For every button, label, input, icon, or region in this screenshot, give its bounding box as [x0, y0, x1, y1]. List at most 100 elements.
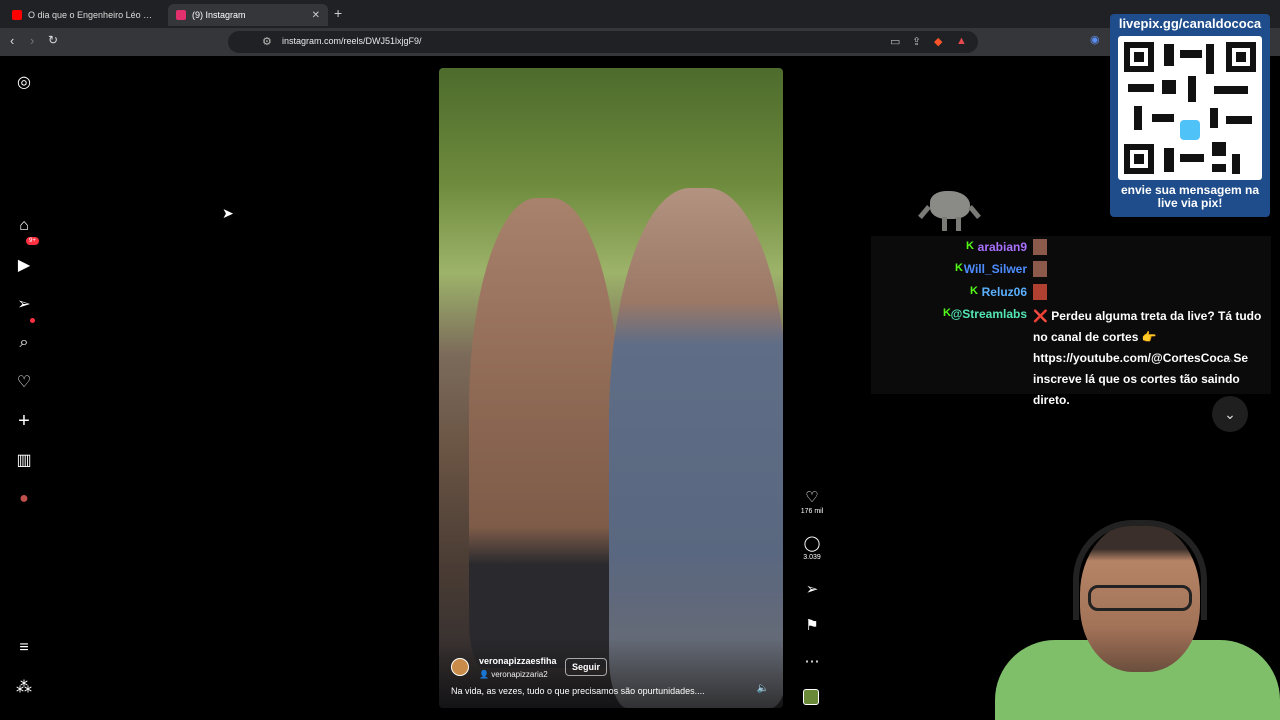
- close-tab-icon[interactable]: ✕: [312, 10, 320, 21]
- like-button[interactable]: ♡ 176 mil: [795, 488, 829, 515]
- more-icon: ⋯: [804, 653, 820, 670]
- qr-module: [1162, 80, 1176, 94]
- audio-author[interactable]: 👤 veronapizzaria2: [479, 670, 548, 679]
- new-tab-button[interactable]: +: [334, 5, 342, 21]
- cat-leg: [968, 205, 981, 219]
- qr-module: [1212, 142, 1226, 156]
- qr-module: [1152, 114, 1174, 122]
- tab-title: O dia que o Engenheiro Léo do MBL: [28, 10, 156, 20]
- extension-icon[interactable]: ◉: [1090, 33, 1100, 46]
- back-icon[interactable]: ‹: [10, 33, 14, 48]
- qr-module: [1164, 44, 1174, 66]
- tab-title: (9) Instagram: [192, 10, 246, 20]
- author-avatar[interactable]: [451, 658, 469, 676]
- follow-button[interactable]: Seguir: [565, 658, 608, 676]
- qr-module: [1206, 44, 1214, 74]
- create-icon[interactable]: +: [14, 410, 34, 432]
- qr-module: [1226, 116, 1252, 124]
- cat-sticker-image: [912, 183, 984, 231]
- qr-finder: [1226, 42, 1256, 72]
- more-menu-icon[interactable]: ≡: [14, 638, 34, 658]
- mouse-cursor-icon: ➤: [222, 205, 234, 221]
- chevron-down-icon[interactable]: ⌄: [1212, 396, 1248, 432]
- livepix-qr-panel: livepix.gg/canaldococa envie sua mensage…: [1110, 14, 1270, 217]
- search-icon[interactable]: ⌕: [14, 333, 34, 353]
- browser-tab-bar: O dia que o Engenheiro Léo do MBL (9) In…: [0, 0, 1280, 28]
- send-icon: ➢: [805, 581, 819, 598]
- cast-icon[interactable]: ▭: [890, 35, 900, 48]
- reel-video[interactable]: veronapizzaesfiha 👤 veronapizzaria2 Segu…: [439, 68, 783, 708]
- instagram-logo-icon[interactable]: ◎: [14, 72, 34, 92]
- qr-footer-line-2: live via pix!: [1157, 196, 1223, 210]
- chat-avatar: [1033, 261, 1047, 277]
- mute-icon[interactable]: 🔈: [757, 683, 769, 694]
- browser-toolbar: ‹ › ↻ ⚐ ⚙ instagram.com/reels/DWJ51lxjgF…: [0, 28, 1280, 56]
- qr-finder: [1124, 144, 1154, 174]
- url-text[interactable]: instagram.com/reels/DWJ51lxjgF9/: [282, 36, 422, 46]
- qr-module: [1180, 50, 1202, 58]
- cat-leg: [918, 205, 931, 219]
- address-bar[interactable]: ⚙ instagram.com/reels/DWJ51lxjgF9/ ▭ ⇪ ◆…: [228, 31, 978, 53]
- heart-icon: ♡: [805, 489, 819, 506]
- site-info-icon[interactable]: ⚙: [262, 35, 272, 48]
- qr-module: [1214, 86, 1248, 94]
- comment-button[interactable]: ◯ 3.039: [795, 534, 829, 561]
- dashboard-icon[interactable]: ▥: [14, 450, 34, 470]
- messages-icon[interactable]: ➢: [14, 294, 34, 314]
- chat-username: @Streamlabs: [950, 307, 1027, 321]
- youtube-favicon-icon: [12, 10, 22, 20]
- brave-rewards-icon[interactable]: ▲: [956, 35, 967, 47]
- reels-icon[interactable]: ▶: [14, 255, 34, 275]
- share-icon[interactable]: ⇪: [912, 35, 921, 48]
- save-button[interactable]: ⚑: [795, 616, 829, 634]
- reload-icon[interactable]: ↻: [48, 33, 58, 47]
- instagram-favicon-icon: [176, 10, 186, 20]
- kick-badge-icon: K: [966, 240, 974, 252]
- brave-shield-icon[interactable]: ◆: [934, 35, 942, 48]
- like-count: 176 mil: [800, 508, 824, 515]
- forward-icon[interactable]: ›: [30, 33, 34, 48]
- qr-center-logo: [1180, 120, 1200, 140]
- kick-badge-icon: K: [970, 285, 978, 297]
- bookmark-icon: ⚑: [805, 617, 819, 634]
- webcam-glasses: [1088, 585, 1192, 611]
- audio-thumbnail[interactable]: [803, 689, 819, 705]
- qr-footer: envie sua mensagem na live via pix!: [1110, 184, 1270, 210]
- qr-module: [1212, 164, 1226, 172]
- qr-module: [1134, 106, 1142, 130]
- chat-username: Reluz06: [981, 285, 1027, 299]
- qr-code-image: [1118, 36, 1262, 180]
- chat-username: arabian9: [977, 240, 1027, 254]
- cat-body: [930, 191, 970, 219]
- chevron-up-icon[interactable]: ⌃: [1212, 346, 1248, 382]
- more-options-button[interactable]: ⋯: [795, 652, 829, 670]
- kick-badge-icon: K: [955, 262, 963, 274]
- qr-title: livepix.gg/canaldococa: [1118, 16, 1262, 31]
- qr-module: [1232, 154, 1240, 174]
- screen: O dia que o Engenheiro Léo do MBL (9) In…: [0, 0, 1280, 720]
- profile-avatar[interactable]: ●: [14, 489, 34, 509]
- home-icon[interactable]: ⌂: [14, 216, 34, 236]
- audio-author-name: veronapizzaria2: [491, 670, 548, 679]
- cat-leg: [956, 217, 961, 231]
- comment-count: 3.039: [803, 554, 821, 561]
- author-username[interactable]: veronapizzaesfiha: [479, 656, 557, 666]
- also-from-meta-icon[interactable]: ⁂: [14, 677, 34, 697]
- notifications-dot: [30, 318, 35, 323]
- tab-youtube[interactable]: O dia que o Engenheiro Léo do MBL: [4, 4, 164, 26]
- notifications-icon[interactable]: ♡: [14, 372, 34, 392]
- messages-badge: 9+: [26, 237, 39, 245]
- qr-module: [1164, 148, 1174, 172]
- share-button[interactable]: ➢: [795, 580, 829, 598]
- tab-instagram[interactable]: (9) Instagram ✕: [168, 4, 328, 26]
- qr-module: [1188, 76, 1196, 102]
- qr-module: [1180, 154, 1204, 162]
- reel-caption[interactable]: Na vida, as vezes, tudo o que precisamos…: [451, 686, 705, 696]
- stream-chat: K arabian9 K Will_Silwer K Reluz06 K @St…: [871, 236, 1271, 407]
- comment-icon: ◯: [803, 535, 821, 552]
- chat-avatar: [1033, 284, 1047, 300]
- streamer-webcam: [995, 500, 1280, 720]
- chat-avatar: [1033, 239, 1047, 255]
- qr-finder: [1124, 42, 1154, 72]
- video-person-left: [469, 198, 619, 668]
